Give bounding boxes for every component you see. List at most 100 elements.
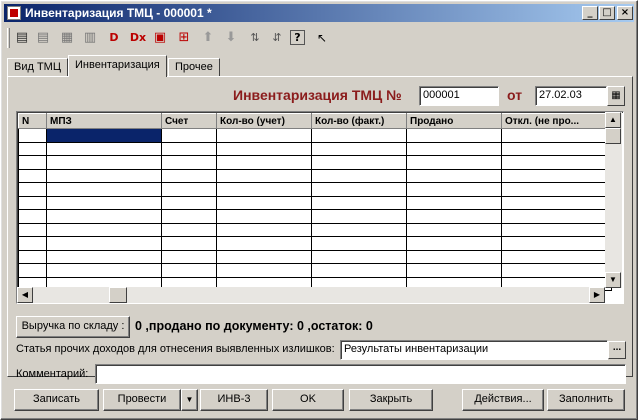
table-row[interactable] xyxy=(18,236,612,251)
table-cell[interactable] xyxy=(311,141,407,156)
tab-inventory[interactable]: Инвентаризация xyxy=(68,55,167,77)
table-cell[interactable] xyxy=(216,222,312,237)
comment-field[interactable] xyxy=(95,364,626,384)
post-dropdown-button[interactable]: ▼ xyxy=(181,389,198,411)
table-row[interactable] xyxy=(18,168,612,183)
column-header-deviation[interactable]: Откл. (не про... xyxy=(501,113,612,129)
table-cell[interactable] xyxy=(311,263,407,278)
table-row[interactable] xyxy=(18,209,612,224)
column-header-n[interactable]: N xyxy=(18,113,47,129)
table-row[interactable] xyxy=(18,195,612,210)
scroll-right-button[interactable]: ▶ xyxy=(589,287,605,303)
table-cell[interactable] xyxy=(216,263,312,278)
table-cell[interactable] xyxy=(161,236,217,251)
table-cell[interactable] xyxy=(161,195,217,210)
end-edit-icon[interactable]: ▣ xyxy=(150,28,170,48)
table-cell[interactable] xyxy=(161,263,217,278)
table-cell[interactable] xyxy=(46,141,162,156)
table-cell[interactable] xyxy=(18,249,47,264)
table-cell[interactable] xyxy=(216,128,312,143)
table-cell[interactable] xyxy=(216,141,312,156)
table-cell[interactable] xyxy=(46,128,162,143)
table-cell[interactable] xyxy=(46,182,162,197)
fill-button[interactable]: Заполнить xyxy=(547,389,625,411)
table-cell[interactable] xyxy=(501,236,612,251)
table-cell[interactable] xyxy=(406,155,502,170)
new-row-icon[interactable]: ▤ xyxy=(12,28,32,48)
table-cell[interactable] xyxy=(46,263,162,278)
column-header-account[interactable]: Счет xyxy=(161,113,217,129)
table-cell[interactable] xyxy=(216,249,312,264)
table-cell[interactable] xyxy=(46,209,162,224)
table-cell[interactable] xyxy=(216,155,312,170)
close-button[interactable]: Закрыть xyxy=(349,389,433,411)
table-cell[interactable] xyxy=(18,155,47,170)
table-cell[interactable] xyxy=(501,263,612,278)
table-cell[interactable] xyxy=(18,263,47,278)
move-down-icon[interactable]: ⬇ xyxy=(221,28,241,48)
table-cell[interactable] xyxy=(311,195,407,210)
calendar-button[interactable]: ▦ xyxy=(607,86,625,106)
help-icon[interactable]: ? xyxy=(290,30,305,45)
table-cell[interactable] xyxy=(18,182,47,197)
mark-delete-icon[interactable]: D xyxy=(104,28,124,48)
table-cell[interactable] xyxy=(501,182,612,197)
table-cell[interactable] xyxy=(161,128,217,143)
table-cell[interactable] xyxy=(406,209,502,224)
delete-icon[interactable]: Dx xyxy=(128,28,148,48)
table-cell[interactable] xyxy=(501,141,612,156)
table-cell[interactable] xyxy=(406,249,502,264)
table-cell[interactable] xyxy=(311,128,407,143)
actions-button[interactable]: Действия... xyxy=(462,389,544,411)
table-cell[interactable] xyxy=(406,236,502,251)
table-cell[interactable] xyxy=(46,195,162,210)
table-cell[interactable] xyxy=(406,195,502,210)
scroll-down-button[interactable]: ▼ xyxy=(605,272,621,288)
copy-row-icon[interactable]: ▤ xyxy=(33,28,53,48)
column-header-sold[interactable]: Продано xyxy=(406,113,502,129)
post-button[interactable]: Провести xyxy=(103,389,181,411)
scroll-left-button[interactable]: ◀ xyxy=(17,287,33,303)
table-cell[interactable] xyxy=(18,168,47,183)
inv3-button[interactable]: ИНВ-3 xyxy=(200,389,268,411)
table-row[interactable] xyxy=(18,263,612,278)
title-bar[interactable]: Инвентаризация ТМЦ - 000001 * _ □ × xyxy=(4,4,634,22)
table-cell[interactable] xyxy=(46,155,162,170)
table-cell[interactable] xyxy=(406,128,502,143)
sort-asc-icon[interactable]: ⇅ xyxy=(245,28,265,48)
column-header-qty-fact[interactable]: Кол-во (факт.) xyxy=(311,113,407,129)
close-window-button[interactable]: × xyxy=(617,6,633,20)
minimize-button[interactable]: _ xyxy=(582,6,598,20)
table-cell[interactable] xyxy=(501,249,612,264)
table-cell[interactable] xyxy=(311,182,407,197)
tab-other[interactable]: Прочее xyxy=(168,58,220,76)
table-row[interactable] xyxy=(18,222,612,237)
table-cell[interactable] xyxy=(18,128,47,143)
table-row[interactable] xyxy=(18,128,612,143)
table-cell[interactable] xyxy=(46,236,162,251)
table-cell[interactable] xyxy=(18,209,47,224)
table-cell[interactable] xyxy=(18,195,47,210)
table-cell[interactable] xyxy=(46,168,162,183)
horizontal-scroll-thumb[interactable] xyxy=(109,287,127,303)
scroll-up-button[interactable]: ▲ xyxy=(605,112,621,128)
table-cell[interactable] xyxy=(501,209,612,224)
table-cell[interactable] xyxy=(311,168,407,183)
income-article-field[interactable]: Результаты инвентаризации xyxy=(340,340,608,360)
table-cell[interactable] xyxy=(161,155,217,170)
table-cell[interactable] xyxy=(161,209,217,224)
items-table[interactable]: N МПЗ Счет Кол-во (учет) Кол-во (факт.) … xyxy=(16,111,624,304)
move-row-icon[interactable]: ⊞ xyxy=(174,28,194,48)
context-help-icon[interactable]: ↖ xyxy=(312,28,332,48)
table-cell[interactable] xyxy=(18,236,47,251)
document-number-field[interactable]: 000001 xyxy=(419,86,499,106)
table-cell[interactable] xyxy=(311,249,407,264)
table-cell[interactable] xyxy=(501,222,612,237)
table-cell[interactable] xyxy=(161,182,217,197)
document-icon[interactable] xyxy=(7,6,21,20)
table-cell[interactable] xyxy=(501,195,612,210)
table-cell[interactable] xyxy=(406,141,502,156)
tab-item-types[interactable]: Вид ТМЦ xyxy=(7,58,68,76)
income-select-button[interactable]: ... xyxy=(608,341,626,359)
table-row[interactable] xyxy=(18,141,612,156)
